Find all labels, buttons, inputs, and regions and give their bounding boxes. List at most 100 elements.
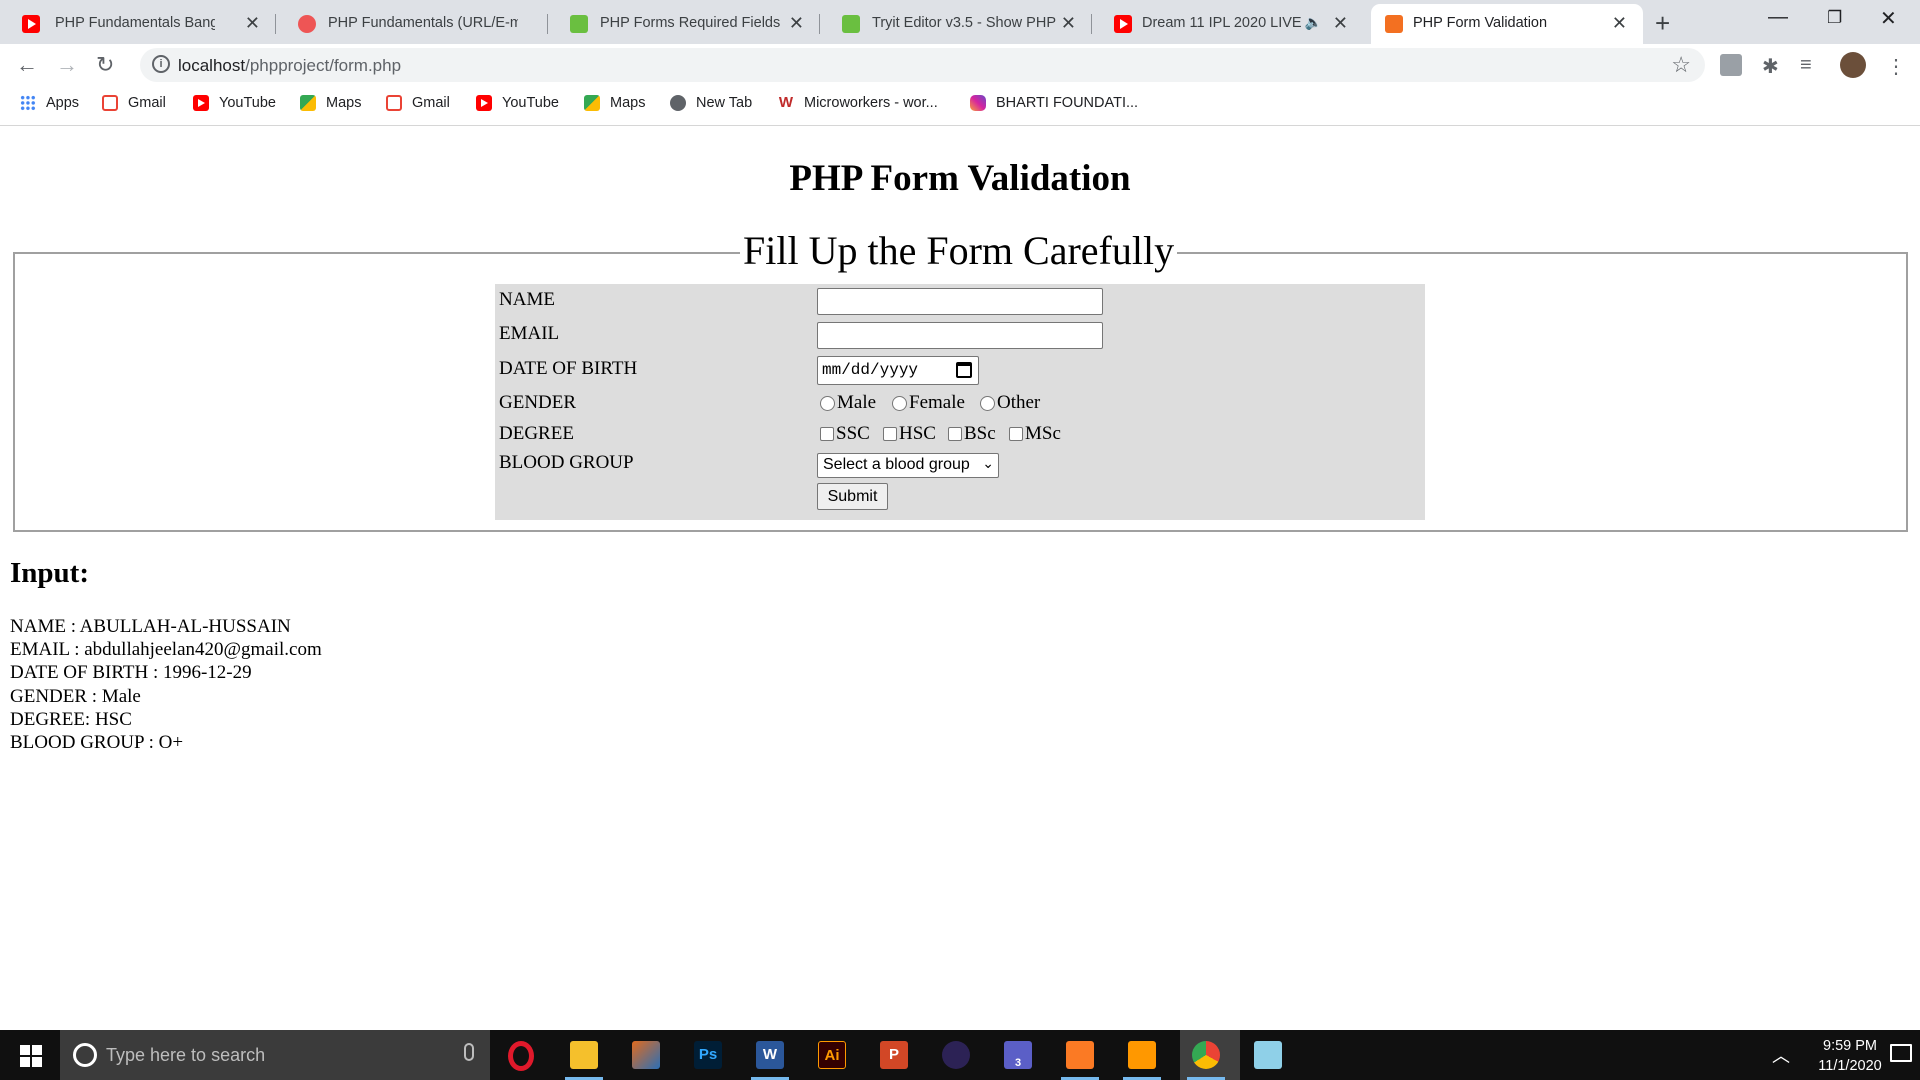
matlab-icon[interactable] [632,1041,660,1069]
close-tab-icon[interactable]: ✕ [1061,13,1076,34]
gender-option-female[interactable]: Female [889,392,965,414]
notepad-icon[interactable] [1254,1041,1282,1069]
new-tab-button[interactable]: + [1655,8,1670,39]
reload-button[interactable]: ↻ [96,52,114,78]
xampp-icon[interactable] [1066,1041,1094,1069]
windows-start-button[interactable] [20,1045,42,1067]
degree-option-ssc[interactable]: SSC [817,423,870,445]
checkbox[interactable] [948,427,962,441]
bookmark-maps-2[interactable]: Maps [584,95,645,111]
gender-option-other[interactable]: Other [977,392,1040,414]
bookmark-maps[interactable]: Maps [300,95,361,111]
extension-icon[interactable] [1720,54,1742,76]
date-of-birth-input[interactable]: mm/dd/yyyy [817,356,979,385]
clock-time: 9:59 PM [1823,1038,1877,1054]
output-heading: Input: [10,557,89,589]
name-label: NAME [499,289,555,310]
youtube-icon [1114,15,1132,33]
gender-option-male[interactable]: Male [817,392,876,414]
photoshop-icon[interactable]: Ps [694,1041,722,1069]
degree-option-label: HSC [899,423,936,444]
word-icon[interactable]: W [756,1041,784,1069]
bookmark-label: Maps [610,95,646,111]
tab-title: PHP Forms Required Fields [600,15,780,31]
puzzle-extensions-icon[interactable]: ✱ [1762,54,1784,78]
dob-label: DATE OF BIRTH [499,358,638,379]
chevron-up-icon[interactable]: ︿ [1772,1042,1790,1068]
notification-center-icon[interactable] [1890,1044,1912,1062]
menu-kebab-icon[interactable]: ⋮ [1886,54,1908,78]
chrome-icon[interactable] [1192,1041,1220,1069]
name-input[interactable] [817,288,1103,315]
opera-icon[interactable] [508,1041,534,1071]
microphone-icon[interactable] [464,1043,474,1061]
forward-button[interactable]: → [56,52,78,78]
close-tab-icon[interactable]: ✕ [1612,13,1627,34]
gmail-icon [386,95,402,111]
bookmark-label: YouTube [502,95,559,111]
bookmark-label: Apps [46,95,80,111]
radio-button[interactable] [820,395,835,411]
degree-option-bsc[interactable]: BSc [945,423,996,445]
restore-button[interactable]: ❐ [1827,8,1842,28]
tab-php-forms-required[interactable]: PHP Forms Required Fields ✕ [548,4,820,44]
taskbar-search-box[interactable]: Type here to search [60,1030,490,1080]
gender-label: GENDER [499,392,577,413]
minimize-button[interactable]: — [1768,6,1788,29]
tab-php-fundamentals-bangla[interactable]: PHP Fundamentals Bangla Tu ✕ [0,4,276,44]
windows-logo-pane [20,1045,30,1055]
bookmark-microworkers[interactable]: W Microworkers - wor... [778,95,938,111]
powerpoint-icon[interactable]: P [880,1041,908,1069]
teams-icon[interactable]: 3 [1004,1041,1032,1069]
w3schools-icon [842,15,860,33]
close-tab-icon[interactable]: ✕ [789,13,804,34]
back-button[interactable]: ← [16,52,38,78]
email-input[interactable] [817,322,1103,349]
bookmark-new-tab[interactable]: New Tab [670,95,752,111]
tab-dream11-ipl[interactable]: Dream 11 IPL 2020 LIVE 🔈 ✕ [1092,4,1364,44]
checkbox[interactable] [883,427,897,441]
sublime-icon[interactable] [1128,1041,1156,1069]
close-window-button[interactable]: ✕ [1880,6,1897,31]
bookmark-star-icon[interactable]: ☆ [1671,52,1691,78]
bookmark-youtube-2[interactable]: YouTube [476,95,559,111]
bookmark-gmail-2[interactable]: Gmail [386,95,450,111]
radio-button[interactable] [980,395,995,411]
windows-logo-pane [20,1057,30,1067]
tab-tryit-editor[interactable]: Tryit Editor v3.5 - Show PHP ✕ [820,4,1092,44]
select-value: Select a blood group [823,456,970,473]
form-table: NAME EMAIL DATE OF BIRTH mm/dd/yyyy GEND… [495,284,1425,520]
close-tab-icon[interactable]: ✕ [245,13,260,34]
profile-avatar[interactable] [1840,52,1866,78]
tab-php-form-validation[interactable]: PHP Form Validation ✕ [1371,4,1643,44]
media-control-icon[interactable]: ≡ [1800,54,1822,76]
tab-strip: PHP Fundamentals Bangla Tu ✕ PHP Fundame… [0,0,1920,44]
degree-option-msc[interactable]: MSc [1006,423,1061,445]
clock[interactable]: 9:59 PM 11/1/2020 [1815,1036,1885,1076]
bookmark-gmail[interactable]: Gmail [102,95,166,111]
checkbox[interactable] [1009,427,1023,441]
degree-option-label: MSc [1025,423,1061,444]
checkbox[interactable] [820,427,834,441]
bookmark-youtube[interactable]: YouTube [193,95,276,111]
bookmark-apps[interactable]: Apps [20,95,79,111]
file-explorer-icon[interactable] [570,1041,598,1069]
close-tab-icon[interactable]: ✕ [1333,13,1348,34]
apps-grid-icon [20,95,36,111]
info-icon[interactable]: i [152,55,170,73]
output-blood-group-line: BLOOD GROUP : O+ [10,732,184,754]
clock-date: 11/1/2020 [1818,1058,1882,1074]
degree-option-hsc[interactable]: HSC [880,423,936,445]
illustrator-icon[interactable]: Ai [818,1041,846,1069]
tab-title: PHP Form Validation [1413,15,1548,31]
blood-group-select[interactable]: Select a blood group ⌄ [817,453,999,478]
bookmarks-bar: Apps Gmail YouTube Maps Gmail YouTube Ma… [0,86,1920,126]
tab-php-fundamentals-url[interactable]: PHP Fundamentals (URL/E-m [276,4,548,44]
eclipse-icon[interactable] [942,1041,970,1069]
speaker-icon[interactable]: 🔈 [1305,14,1322,31]
bookmark-bharti-foundation[interactable]: BHARTI FOUNDATI... [970,95,1138,111]
address-bar[interactable]: i localhost/phpproject/form.php ☆ [140,48,1705,82]
calendar-icon[interactable] [956,362,972,378]
submit-button[interactable]: Submit [817,483,888,510]
radio-button[interactable] [892,395,907,411]
